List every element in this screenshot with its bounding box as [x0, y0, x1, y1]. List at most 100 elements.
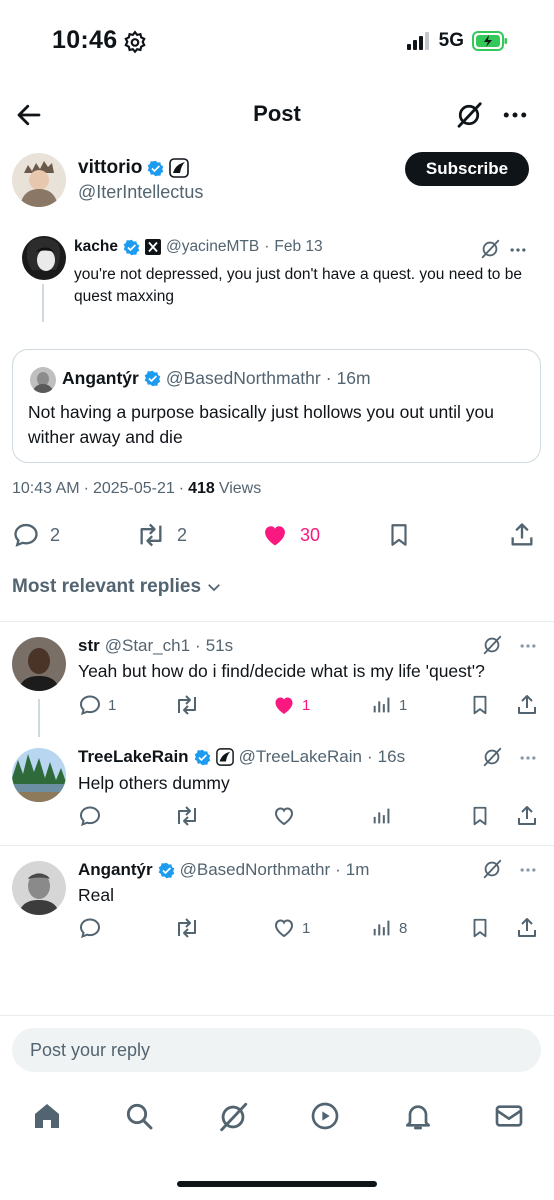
repost-button[interactable]: 2	[135, 521, 187, 549]
subscribe-button[interactable]: Subscribe	[405, 152, 529, 186]
reply-handle[interactable]: @TreeLakeRain	[239, 747, 362, 767]
reply-text: Help others dummy	[78, 773, 230, 793]
quoted-tweet-avatar[interactable]	[22, 236, 66, 280]
more-icon	[520, 644, 536, 648]
more-button[interactable]	[500, 100, 530, 130]
status-indicators: 5G	[406, 30, 508, 52]
more-button[interactable]	[508, 240, 528, 260]
reply-views-button[interactable]	[371, 804, 399, 828]
heart-icon	[274, 919, 294, 938]
reply-reply-button[interactable]: 1	[78, 693, 116, 717]
reply-name[interactable]: TreeLakeRain	[78, 747, 189, 767]
nav-search[interactable]	[123, 1100, 155, 1132]
reply-reply-button[interactable]	[78, 916, 108, 940]
view-count: 8	[399, 919, 408, 937]
more-button[interactable]	[517, 636, 539, 656]
reply-time: 16s	[377, 747, 406, 766]
reply-like-button[interactable]: 1	[272, 916, 310, 940]
views-icon	[373, 920, 390, 936]
share-icon	[518, 695, 536, 714]
views-icon	[373, 808, 390, 824]
gear-icon	[122, 30, 148, 56]
view-count: 418	[188, 480, 215, 497]
reply-views-button[interactable]: 8	[371, 916, 407, 940]
divider	[0, 1015, 554, 1016]
more-button[interactable]	[517, 748, 539, 768]
reply-time: 51s	[205, 636, 234, 655]
network-label: 5G	[438, 30, 464, 51]
quoted-card-handle: @BasedNorthmathr	[165, 368, 321, 388]
repost-icon	[140, 523, 162, 547]
reply-header: Angantýr @BasedNorthmathr · 1m	[78, 860, 369, 880]
dot-separator: ·	[178, 480, 185, 497]
reply-views-button[interactable]: 1	[371, 693, 407, 717]
reply-name[interactable]: Angantýr	[78, 860, 153, 880]
views-label: Views	[218, 480, 262, 497]
author-handle[interactable]: @IterIntellectus	[78, 182, 203, 203]
grok-button[interactable]	[481, 634, 503, 656]
reply-header: str @Star_ch1 · 51s	[78, 636, 233, 656]
reply-share-button[interactable]	[515, 804, 539, 828]
author-name[interactable]: vittorio	[78, 157, 142, 179]
nav-grok[interactable]	[216, 1100, 250, 1134]
reply-name[interactable]: str	[78, 636, 100, 656]
quoted-tweet-text: you're not depressed, you just don't hav…	[74, 266, 522, 305]
reply-bookmark-button[interactable]	[469, 916, 491, 940]
repost-icon	[178, 806, 196, 826]
dot-separator: ·	[83, 480, 89, 497]
reply-handle[interactable]: @BasedNorthmathr	[180, 860, 331, 880]
more-icon	[520, 756, 536, 760]
more-button[interactable]	[517, 860, 539, 880]
nav-home[interactable]	[31, 1100, 63, 1132]
reply-handle[interactable]: @Star_ch1	[105, 636, 190, 656]
post-meta: 10:43 AM · 2025-05-21 · 418 Views	[12, 480, 261, 498]
nav-video[interactable]	[309, 1100, 341, 1132]
reply-like-button[interactable]: 1	[272, 693, 310, 717]
reply-like-button[interactable]	[272, 804, 302, 828]
quoted-tweet-header: kache @yacineMTB · Feb 13	[74, 238, 323, 256]
quoted-card-avatar	[30, 367, 56, 393]
quoted-tweet-name[interactable]: kache	[74, 238, 118, 256]
grok-icon	[481, 239, 500, 259]
quoted-card-time: 16m	[336, 368, 371, 388]
grok-button[interactable]	[479, 238, 501, 260]
author-avatar[interactable]	[12, 153, 66, 207]
reply-repost-button[interactable]	[174, 916, 206, 940]
reply-avatar[interactable]	[12, 748, 66, 802]
dot-separator: ·	[335, 860, 341, 879]
author-name-row[interactable]: vittorio	[78, 157, 190, 179]
reply-repost-button[interactable]	[174, 693, 206, 717]
reply-text: Real	[78, 885, 114, 905]
reply-avatar[interactable]	[12, 637, 66, 691]
bookmark-button[interactable]	[386, 521, 412, 549]
nav-messages[interactable]	[493, 1100, 525, 1132]
verified-icon	[158, 862, 174, 878]
heart-icon	[265, 526, 285, 546]
reply-avatar[interactable]	[12, 861, 66, 915]
reply-share-button[interactable]	[515, 693, 539, 717]
verified-icon	[194, 749, 210, 765]
reply-reply-button[interactable]	[78, 804, 108, 828]
status-time: 10:46	[52, 26, 118, 54]
grok-button[interactable]	[481, 746, 503, 768]
search-icon	[126, 1103, 153, 1130]
nav-notifications[interactable]	[402, 1100, 434, 1132]
grok-button[interactable]	[481, 858, 503, 880]
reply-bookmark-button[interactable]	[469, 693, 491, 717]
reply-button[interactable]: 2	[12, 521, 60, 549]
bookmark-icon	[473, 806, 487, 826]
sort-replies-button[interactable]: Most relevant replies	[12, 576, 223, 598]
reply-count: 2	[50, 524, 61, 545]
affiliate-badge-icon	[215, 748, 234, 766]
share-button[interactable]	[508, 521, 536, 549]
reply-share-button[interactable]	[515, 916, 539, 940]
like-count: 1	[302, 696, 311, 714]
reply-repost-button[interactable]	[174, 804, 206, 828]
grok-button[interactable]	[454, 100, 484, 130]
reply-bookmark-button[interactable]	[469, 804, 491, 828]
quoted-tweet-handle[interactable]: @yacineMTB	[166, 238, 259, 256]
reply-time: 1m	[345, 860, 370, 879]
dot-separator: ·	[366, 747, 373, 766]
more-icon	[503, 112, 527, 118]
like-button[interactable]: 30	[260, 521, 320, 549]
